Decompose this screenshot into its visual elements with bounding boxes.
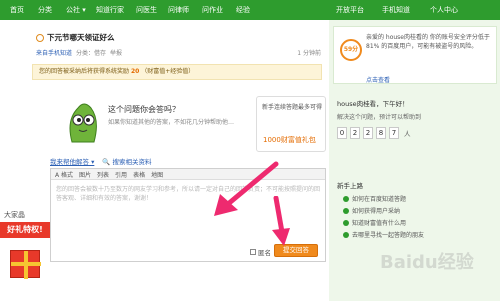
arrow-icon — [272, 196, 290, 246]
security-panel: 59分 亲爱的 house肉桂看的 你的账号安全评分低于 81% 的百度用户，可… — [333, 26, 497, 84]
help-digit: 2 — [363, 127, 373, 139]
security-text: 亲爱的 house肉桂看的 你的账号安全评分低于 81% 的百度用户，可能有被盗… — [366, 34, 490, 50]
tab-search-label: 搜索相关资料 — [112, 158, 152, 166]
help-digit: 0 — [337, 127, 347, 139]
map-button[interactable]: 地图 — [151, 170, 163, 179]
reward-notice: 您的回答被采纳后将获得系统奖励 20 （财富值+经验值） — [32, 64, 322, 80]
solve-text: 解决这个问题，预计可以帮助到 — [337, 114, 422, 121]
nav-experience[interactable]: 经验 — [236, 0, 250, 20]
question-icon — [36, 33, 44, 42]
format-button[interactable]: A 格式 — [55, 170, 73, 179]
security-link[interactable]: 点击查看 — [366, 75, 390, 84]
guide-label: 如何在百度知道答题 — [352, 196, 407, 203]
question-title: 下元节哪天领证好么 — [47, 33, 115, 42]
report-link[interactable]: 举报 — [110, 48, 122, 57]
question-source[interactable]: 来自手机知道 — [36, 48, 72, 57]
prompt-title: 这个问题你会答吗？ — [108, 105, 180, 114]
tab-search[interactable]: 🔍 搜索相关资料 — [102, 156, 151, 168]
notice-number: 20 — [130, 68, 140, 75]
newbie-bubble: 新手连续答题最多可得 1000财富值礼包 — [256, 96, 326, 152]
nav-open-platform[interactable]: 开放平台 — [336, 0, 364, 20]
tab-answer[interactable]: 我来帮他解答 ▾ — [50, 156, 94, 168]
nav-doctor[interactable]: 问医生 — [136, 0, 157, 20]
nav-home[interactable]: 首页 — [10, 0, 24, 20]
guide-dot-icon — [343, 219, 349, 226]
gift-icon — [10, 250, 41, 279]
guide-dot-icon — [343, 207, 349, 214]
guide-dot-icon — [343, 195, 349, 202]
nav-mobile[interactable]: 手机知道 — [382, 0, 410, 20]
nav-experts[interactable]: 知道行家 — [96, 0, 124, 20]
anonymous-label: 匿名 — [258, 249, 271, 257]
guide-item[interactable]: 知道财富值有什么用 — [343, 218, 406, 227]
question-meta: 来自手机知道 分类：借存 举报 1 分钟前 — [36, 46, 321, 58]
nav-homework[interactable]: 问作业 — [202, 0, 223, 20]
prompt-subtitle: 如果你知道其他的答案，不如花几分钟帮助他… — [108, 119, 235, 126]
guide-label: 如何获得用户采纳 — [352, 208, 401, 215]
promo-banner-text: 好礼特权! — [0, 222, 50, 238]
editor-toolbar: A 格式 图片 列表 引用 表格 地图 — [51, 169, 325, 180]
table-button[interactable]: 表格 — [133, 170, 145, 179]
guide-dot-icon — [343, 231, 349, 238]
newbie-guide: 新手上路 如何在百度知道答题 如何获得用户采纳 知道财富值有什么用 去哪里寻找一… — [333, 180, 497, 250]
notice-text: 您的回答被采纳后将获得系统奖励 — [39, 68, 130, 75]
promo-banner[interactable]: 大家晶 好礼特权! — [0, 210, 50, 301]
question-title-row: 下元节哪天领证好么 — [36, 32, 115, 43]
question-card: 下元节哪天领证好么 来自手机知道 分类：借存 举报 1 分钟前 您的回答被采纳后… — [28, 26, 324, 86]
help-digit: 8 — [376, 127, 386, 139]
greeting-panel: house肉桂看，下午好！ 解决这个问题，预计可以帮助到 0 2 2 8 7 人 — [333, 90, 497, 162]
question-category[interactable]: 分类：借存 — [76, 48, 106, 57]
nav-lawyer[interactable]: 问律师 — [168, 0, 189, 20]
question-time: 1 分钟前 — [297, 49, 321, 57]
greeting-text: house肉桂看，下午好！ — [337, 100, 409, 108]
guide-title: 新手上路 — [337, 182, 363, 190]
guide-item[interactable]: 如何在百度知道答题 — [343, 194, 406, 203]
guide-item[interactable]: 去哪里寻找一起答题的朋友 — [343, 230, 424, 239]
top-nav: 首页 分类 公社 ▾ 知道行家 问医生 问律师 问作业 经验 开放平台 手机知道… — [0, 0, 500, 20]
promo-title: 大家晶 — [4, 211, 25, 219]
security-score-badge: 59分 — [340, 39, 362, 61]
anonymous-option[interactable]: 匿名 — [250, 247, 271, 257]
anonymous-checkbox[interactable] — [250, 249, 256, 255]
editor-tabs: 我来帮他解答 ▾ 🔍 搜索相关资料 — [50, 156, 152, 168]
image-button[interactable]: 图片 — [79, 170, 91, 179]
guide-label: 去哪里寻找一起答题的朋友 — [352, 232, 425, 239]
bubble-wealth: 1000财富值礼包 — [263, 136, 316, 144]
list-button[interactable]: 列表 — [97, 170, 109, 179]
bubble-text: 新手连续答题最多可得 — [262, 104, 323, 111]
help-unit: 人 — [404, 130, 411, 138]
watermark: Baidu经验 — [380, 252, 474, 273]
nav-category[interactable]: 分类 — [38, 0, 52, 20]
mascot-icon — [69, 103, 97, 143]
help-digit: 7 — [389, 127, 399, 139]
quote-button[interactable]: 引用 — [115, 170, 127, 179]
help-count: 0 2 2 8 7 人 — [337, 127, 411, 139]
notice-suffix: （财富值+经验值） — [141, 68, 195, 75]
guide-label: 知道财富值有什么用 — [352, 220, 407, 227]
nav-personal-center[interactable]: 个人中心 — [430, 0, 458, 20]
guide-item[interactable]: 如何获得用户采纳 — [343, 206, 400, 215]
help-digit: 2 — [350, 127, 360, 139]
nav-commune[interactable]: 公社 ▾ — [66, 0, 86, 20]
